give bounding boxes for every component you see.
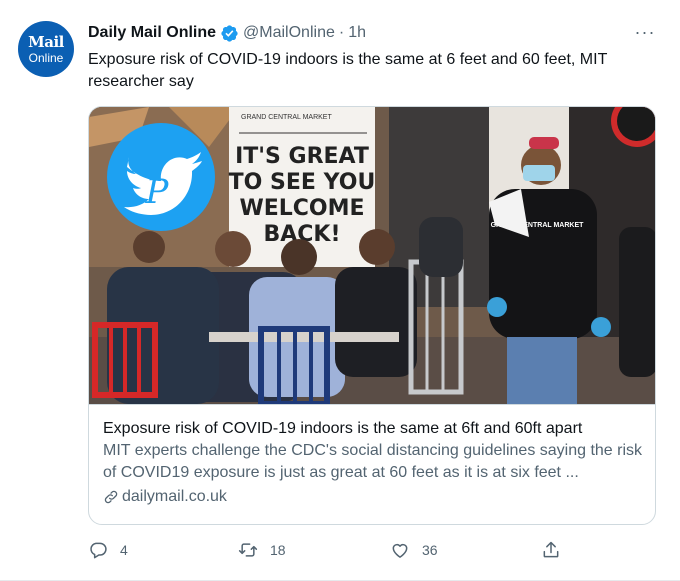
card-image[interactable]: GRAND CENTRAL MARKET IT'S GREAT TO SEE Y… [89,107,655,404]
tweet[interactable]: Mail Online Daily Mail Online @MailOnlin… [0,0,680,581]
link-icon [104,490,118,504]
like-button[interactable]: 36 [390,538,438,562]
card-domain: dailymail.co.uk [103,486,643,508]
retweet-count: 18 [270,542,286,558]
retweet-icon [238,543,258,557]
sign-line-2: TO SEE YOU [229,170,376,195]
card-photo: GRAND CENTRAL MARKET IT'S GREAT TO SEE Y… [89,107,655,404]
avatar-online-text: Online [28,50,64,65]
separator-dot: · [338,24,345,41]
sign-top-text: GRAND CENTRAL MARKET [241,114,332,121]
like-count: 36 [422,542,438,558]
svg-text:P: P [145,172,170,212]
share-icon [543,541,559,558]
like-icon [392,543,408,558]
card-description: MIT experts challenge the CDC's social d… [103,442,643,481]
reply-button[interactable]: 4 [88,538,128,562]
reply-icon [90,542,107,559]
reply-count: 4 [120,542,128,558]
card-body[interactable]: Exposure risk of COVID-19 indoors is the… [89,404,655,524]
account-name[interactable]: Daily Mail Online [88,24,216,42]
card-domain-text: dailymail.co.uk [122,488,227,505]
link-card[interactable]: GRAND CENTRAL MARKET IT'S GREAT TO SEE Y… [88,106,656,525]
card-title: Exposure risk of COVID-19 indoors is the… [103,420,583,437]
share-button[interactable] [541,538,573,562]
tweet-actions: 4 18 36 [88,538,568,562]
sign-line-3: WELCOME [239,196,364,221]
tweet-header: Daily Mail Online @MailOnline · 1h [88,22,366,44]
sign-line-1: IT'S GREAT [235,144,369,169]
tweet-timestamp[interactable]: 1h [348,24,366,42]
avatar-mail-text: Mail [28,32,64,51]
avatar[interactable]: Mail Online [18,21,74,77]
account-handle[interactable]: @MailOnline [243,24,335,42]
verified-badge-icon [221,24,238,42]
more-icon[interactable]: ··· [630,22,660,42]
retweet-button[interactable]: 18 [238,538,286,562]
tweet-text: Exposure risk of COVID-19 indoors is the… [88,51,608,90]
